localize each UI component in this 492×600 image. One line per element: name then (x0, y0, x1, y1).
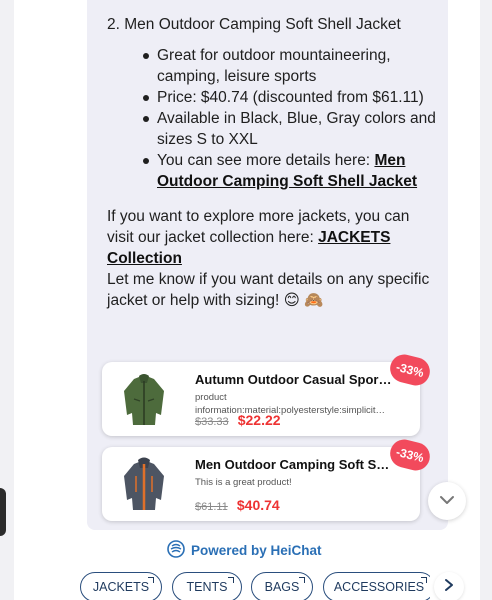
chip-bags[interactable]: BAGS (251, 572, 313, 600)
chat-panel: 2. Men Outdoor Camping Soft Shell Jacket… (14, 0, 480, 600)
chevron-down-icon (439, 492, 455, 510)
powered-by[interactable]: Powered by HeiChat (167, 539, 322, 561)
list-item: Available in Black, Blue, Gray colors an… (143, 110, 436, 148)
chips-next-button[interactable] (434, 572, 464, 600)
product-title: Men Outdoor Camping Soft Shell… (195, 457, 395, 472)
powered-by-label: Powered by HeiChat (191, 542, 322, 558)
chip-label: JACKETS (92, 580, 150, 594)
gray-orange-jacket-icon (114, 454, 174, 514)
quick-reply-chips: JACKETS TENTS BAGS ACCESSORIES (80, 572, 430, 600)
background-product-image (0, 488, 6, 536)
product-title: Autumn Outdoor Casual Sports… (195, 372, 395, 387)
collection-paragraph: If you want to explore more jackets, you… (107, 206, 437, 269)
corner-arrow-icon (299, 577, 305, 583)
heichat-logo-icon (167, 539, 185, 561)
chip-jackets[interactable]: JACKETS (80, 572, 162, 600)
page-backdrop-right (480, 0, 492, 600)
chip-accessories[interactable]: ACCESSORIES (323, 572, 430, 600)
product-description: This is a great product! (195, 477, 292, 488)
chip-tents[interactable]: TENTS (172, 572, 242, 600)
sale-price: $22.22 (237, 412, 281, 428)
assistant-message: 2. Men Outdoor Camping Soft Shell Jacket… (107, 14, 437, 311)
list-item: Price: $40.74 (discounted from $61.11) (143, 87, 437, 108)
product-detail-list: Great for outdoor mountaineering, campin… (107, 45, 437, 192)
green-jacket-icon (114, 369, 174, 429)
product-card[interactable]: Men Outdoor Camping Soft Shell… This is … (102, 436, 433, 521)
list-item: You can see more details here: Men Outdo… (143, 150, 437, 192)
closing-paragraph: Let me know if you want details on any s… (107, 271, 430, 309)
chip-label: BAGS (264, 580, 300, 594)
chip-label: TENTS (186, 580, 228, 594)
corner-arrow-icon (228, 577, 234, 583)
original-price: $33.33 (195, 416, 229, 428)
product-prices: $33.33 $22.22 (195, 412, 281, 428)
product-card[interactable]: Autumn Outdoor Casual Sports… product in… (102, 351, 433, 436)
list-item: Great for outdoor mountaineering, campin… (143, 45, 437, 87)
chip-label: ACCESSORIES (333, 580, 425, 594)
assistant-message-bubble: 2. Men Outdoor Camping Soft Shell Jacket… (87, 0, 448, 530)
original-price: $61.11 (195, 501, 228, 513)
message-heading: 2. Men Outdoor Camping Soft Shell Jacket (107, 16, 401, 33)
corner-arrow-icon (148, 577, 154, 583)
list-item-text: You can see more details here: (157, 152, 375, 169)
sale-price: $40.74 (236, 497, 280, 513)
chevron-right-icon (444, 578, 454, 597)
scroll-down-button[interactable] (428, 482, 466, 520)
product-prices: $61.11 $40.74 (195, 497, 280, 513)
corner-arrow-icon (421, 577, 427, 583)
